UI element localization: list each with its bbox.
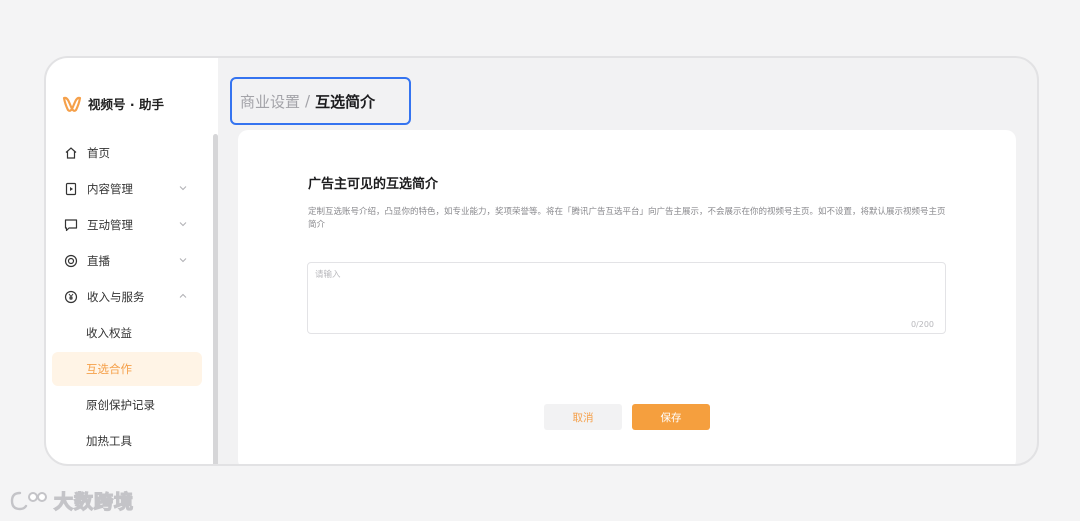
brand-name: 视频号 · 助手 (88, 97, 164, 112)
sidebar-item-label: 直播 (87, 254, 110, 268)
sidebar-subitem-label: 互选合作 (86, 362, 132, 376)
chevron-up-icon (179, 293, 187, 298)
breadcrumb-separator: / (305, 92, 311, 110)
textarea-placeholder: 请输入 (315, 270, 341, 280)
sidebar-subitem-mutual-selection[interactable]: 互选合作 (52, 352, 202, 386)
content-icon (63, 181, 79, 197)
cancel-button[interactable]: 取消 (544, 404, 622, 430)
sidebar-item-home[interactable]: 首页 (52, 136, 202, 170)
sidebar-item-label: 收入与服务 (87, 290, 145, 304)
app-window: 视频号 · 助手 首页 内容管理 互动管理 直播 收入与服务 收入权益 互选合作… (44, 56, 1039, 466)
sidebar-item-label: 互动管理 (87, 218, 133, 232)
sidebar-item-income[interactable]: 收入与服务 (52, 280, 202, 314)
page-title: 互选简介 (315, 92, 376, 111)
sidebar-item-content[interactable]: 内容管理 (52, 172, 202, 206)
live-icon (63, 253, 79, 269)
sidebar-subitem-boost-tools[interactable]: 加热工具 (52, 424, 202, 458)
sidebar-item-label: 首页 (87, 146, 110, 160)
sidebar-subitem-label: 原创保护记录 (86, 398, 155, 412)
breadcrumb-parent[interactable]: 商业设置 (240, 91, 300, 112)
form-description: 定制互选账号介绍，凸显你的特色，如专业能力，奖项荣誉等。将在「腾讯广告互选平台」… (308, 207, 946, 230)
sidebar: 视频号 · 助手 首页 内容管理 互动管理 直播 收入与服务 收入权益 互选合作… (46, 58, 218, 464)
watermark-logo-icon (10, 491, 47, 510)
intro-textarea[interactable]: 请输入 0/200 (307, 262, 946, 334)
save-button[interactable]: 保存 (632, 404, 710, 430)
sidebar-subitem-original-protection[interactable]: 原创保护记录 (52, 388, 202, 422)
chevron-down-icon (179, 186, 187, 191)
sidebar-subitem-label: 加热工具 (86, 434, 132, 448)
sidebar-scrollbar[interactable] (213, 134, 218, 464)
channels-logo-icon (62, 96, 82, 112)
watermark: 大数跨境 (8, 487, 134, 514)
chevron-down-icon (179, 258, 187, 263)
sidebar-item-interaction[interactable]: 互动管理 (52, 208, 202, 242)
sidebar-subitem-income-rights[interactable]: 收入权益 (52, 316, 202, 350)
intro-form-panel: 广告主可见的互选简介 定制互选账号介绍，凸显你的特色，如专业能力，奖项荣誉等。将… (238, 130, 1016, 464)
sidebar-subitem-label: 收入权益 (86, 326, 132, 340)
form-title: 广告主可见的互选简介 (308, 177, 439, 192)
watermark-text: 大数跨境 (53, 490, 135, 513)
sidebar-item-label: 内容管理 (87, 182, 133, 196)
sidebar-item-live[interactable]: 直播 (52, 244, 202, 278)
comment-icon (63, 217, 79, 233)
breadcrumb: 商业设置 / 互选简介 (230, 77, 411, 125)
char-counter: 0/200 (910, 320, 934, 329)
yuan-icon (63, 289, 79, 305)
chevron-down-icon (179, 222, 187, 227)
brand: 视频号 · 助手 (62, 94, 164, 113)
home-icon (63, 145, 79, 161)
